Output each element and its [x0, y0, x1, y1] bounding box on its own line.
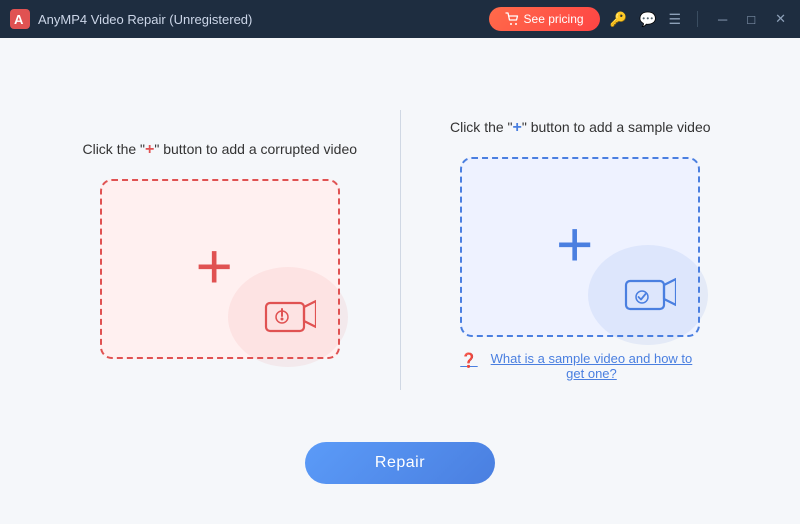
corrupted-camera-icon [260, 293, 316, 335]
sample-video-panel: Click the "+" button to add a sample vid… [401, 99, 761, 401]
window-title: AnyMP4 Video Repair (Unregistered) [38, 12, 489, 27]
see-pricing-button[interactable]: See pricing [489, 7, 600, 31]
separator [697, 11, 698, 27]
corrupted-plus-icon: + [195, 234, 232, 298]
help-link-text: What is a sample video and how to get on… [483, 351, 701, 381]
main-content: Click the "+" button to add a corrupted … [0, 38, 800, 524]
corrupted-plus-symbol: + [145, 141, 154, 158]
key-icon[interactable]: 🔑 [610, 11, 627, 28]
close-button[interactable]: ✕ [771, 9, 790, 29]
sample-plus-icon: + [556, 212, 593, 276]
cart-icon [505, 12, 519, 26]
menu-icon[interactable]: ☰ [668, 11, 681, 28]
anymp4-logo-icon: A [10, 9, 30, 29]
chat-icon[interactable]: 💬 [639, 11, 656, 28]
sample-camera-icon [620, 271, 676, 313]
add-sample-video-zone[interactable]: + [460, 157, 700, 337]
sample-panel-title: Click the "+" button to add a sample vid… [450, 119, 711, 137]
title-bar: A AnyMP4 Video Repair (Unregistered) See… [0, 0, 800, 38]
panels-row: Click the "+" button to add a corrupted … [40, 68, 760, 432]
repair-button[interactable]: Repair [305, 442, 495, 484]
sample-video-help-link[interactable]: ❓ What is a sample video and how to get … [460, 351, 700, 381]
sample-plus-symbol: + [513, 119, 522, 136]
corrupted-video-panel: Click the "+" button to add a corrupted … [40, 121, 400, 379]
help-circle-icon: ❓ [460, 352, 477, 369]
minimize-button[interactable]: ─ [714, 10, 731, 29]
window-controls: 🔑 💬 ☰ ─ □ ✕ [610, 9, 790, 29]
svg-text:A: A [14, 12, 24, 27]
corrupted-panel-title: Click the "+" button to add a corrupted … [82, 141, 357, 159]
maximize-button[interactable]: □ [743, 10, 759, 29]
add-corrupted-video-zone[interactable]: + [100, 179, 340, 359]
repair-button-row: Repair [305, 442, 495, 494]
